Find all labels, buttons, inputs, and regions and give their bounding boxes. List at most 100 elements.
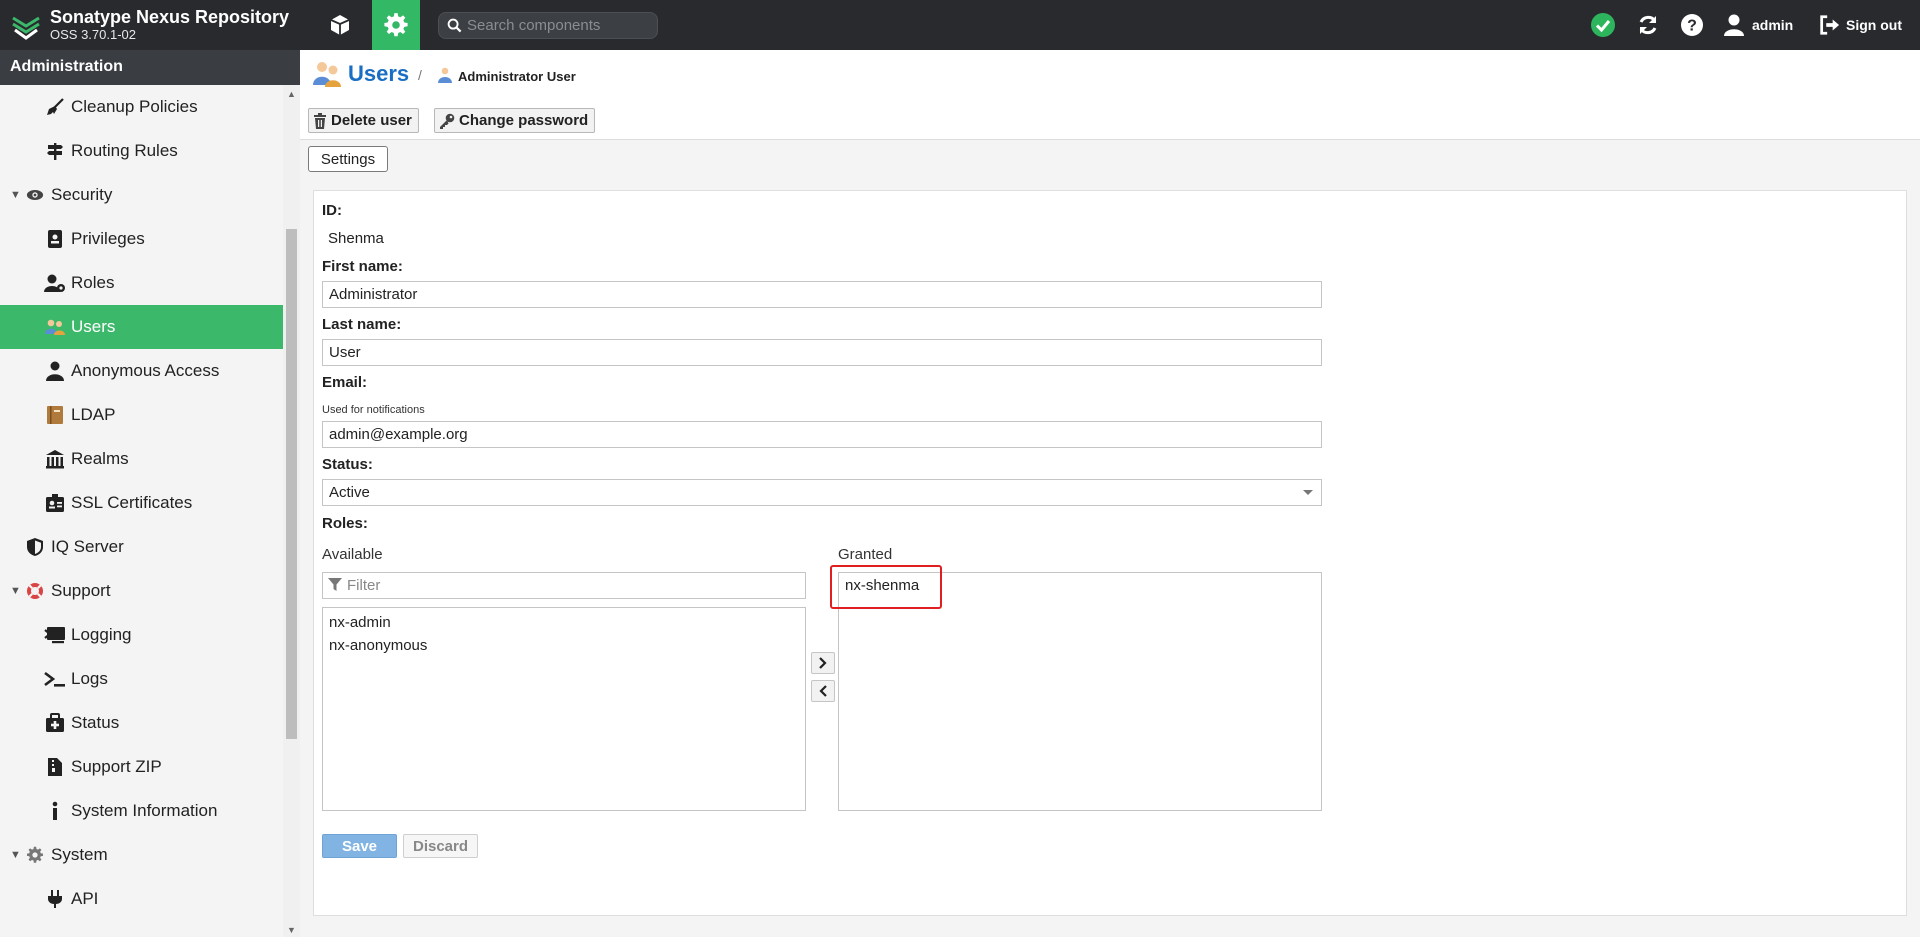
chevron-down-icon[interactable]	[1303, 490, 1313, 495]
nexus-logo-icon	[12, 16, 40, 40]
top-header: Sonatype Nexus Repository OSS 3.70.1-02	[0, 0, 1920, 50]
certificate-icon	[44, 492, 66, 514]
sidebar: Administration Cleanup Policies Routing …	[0, 50, 300, 937]
sidebar-item-ldap[interactable]: LDAP	[0, 393, 283, 437]
sidebar-item-support-zip[interactable]: Support ZIP	[0, 745, 283, 789]
first-name-label: First name:	[322, 258, 403, 275]
users-icon	[44, 316, 66, 338]
signout-label: Sign out	[1846, 17, 1902, 33]
action-toolbar: Delete user Change password	[300, 98, 1920, 140]
email-field[interactable]	[322, 421, 1322, 448]
tab-settings[interactable]: Settings	[308, 146, 388, 172]
status-selected-value: Active	[329, 484, 370, 501]
sidebar-item-label: IQ Server	[51, 537, 124, 556]
status-label: Status:	[322, 456, 373, 473]
user-menu[interactable]: admin	[1722, 0, 1793, 50]
signout-button[interactable]: Sign out	[1818, 0, 1902, 50]
broom-icon	[44, 96, 66, 118]
expand-caret-icon[interactable]: ▼	[10, 849, 21, 861]
breadcrumb-separator: /	[418, 67, 422, 83]
sidebar-item-realms[interactable]: Realms	[0, 437, 283, 481]
change-password-label: Change password	[459, 112, 589, 129]
sidebar-item-label: Routing Rules	[71, 141, 178, 160]
filter-icon	[328, 578, 342, 591]
remove-role-button[interactable]	[811, 680, 835, 702]
save-button[interactable]: Save	[322, 834, 397, 858]
search-input[interactable]	[467, 15, 653, 36]
search-icon	[447, 18, 462, 33]
scroll-down-arrow-icon[interactable]: ▼	[287, 925, 296, 935]
annotation-highlight-box	[830, 565, 942, 609]
sidebar-item-label: API	[71, 889, 99, 908]
help-icon: ?	[1681, 14, 1703, 36]
status-check-icon	[1591, 13, 1615, 37]
available-roles-list[interactable]: nx-admin nx-anonymous	[322, 607, 806, 811]
users-icon	[313, 62, 341, 87]
discard-button[interactable]: Discard	[403, 834, 478, 858]
scroll-thumb[interactable]	[286, 229, 297, 739]
book-icon	[44, 404, 66, 426]
breadcrumb-current: Administrator User	[458, 69, 576, 84]
id-badge-icon	[44, 228, 66, 250]
user-settings-form: ID: Shenma First name: Last name: Email:…	[313, 190, 1907, 916]
sidebar-item-routing-rules[interactable]: Routing Rules	[0, 129, 283, 173]
sidebar-item-users[interactable]: Users	[0, 305, 283, 349]
svg-text:?: ?	[1687, 18, 1697, 35]
sidebar-item-system-information[interactable]: System Information	[0, 789, 283, 833]
email-label: Email:	[322, 374, 368, 391]
sidebar-item-ssl-certificates[interactable]: SSL Certificates	[0, 481, 283, 525]
expand-caret-icon[interactable]: ▼	[10, 189, 21, 201]
first-name-field[interactable]	[322, 281, 1322, 308]
sidebar-item-api[interactable]: API	[0, 877, 283, 921]
sidebar-item-logs[interactable]: Logs	[0, 657, 283, 701]
expand-caret-icon[interactable]: ▼	[10, 585, 21, 597]
refresh-button[interactable]	[1636, 0, 1660, 50]
id-label: ID:	[322, 202, 342, 219]
sidebar-item-privileges[interactable]: Privileges	[0, 217, 283, 261]
sidebar-heading: Administration	[0, 50, 300, 85]
last-name-field[interactable]	[322, 339, 1322, 366]
roles-filter[interactable]	[322, 572, 806, 599]
app-version: OSS 3.70.1-02	[50, 27, 136, 42]
user-icon	[438, 67, 452, 83]
sidebar-item-label: Anonymous Access	[71, 361, 220, 380]
breadcrumb: Users / Administrator User	[300, 50, 1920, 98]
help-button[interactable]: ?	[1680, 0, 1704, 50]
status-button[interactable]	[1590, 0, 1616, 50]
sidebar-item-roles[interactable]: Roles	[0, 261, 283, 305]
breadcrumb-users-link[interactable]: Users	[348, 61, 409, 87]
sidebar-item-logging[interactable]: Logging	[0, 613, 283, 657]
sidebar-item-security[interactable]: ▼ Security	[0, 173, 283, 217]
sidebar-scrollbar[interactable]: ▲ ▼	[283, 85, 300, 937]
roles-filter-input[interactable]	[347, 576, 797, 595]
sidebar-item-status[interactable]: Status	[0, 701, 283, 745]
user-name: admin	[1752, 17, 1794, 33]
search-box[interactable]	[438, 12, 658, 39]
brand[interactable]: Sonatype Nexus Repository OSS 3.70.1-02	[10, 6, 300, 46]
sidebar-item-anonymous-access[interactable]: Anonymous Access	[0, 349, 283, 393]
available-role-item[interactable]: nx-anonymous	[329, 637, 427, 654]
sidebar-item-system[interactable]: ▼ System	[0, 833, 283, 877]
admin-gear-icon	[384, 13, 408, 37]
user-gear-icon	[44, 272, 66, 294]
add-role-button[interactable]	[811, 652, 835, 674]
delete-user-label: Delete user	[331, 112, 412, 129]
change-password-button[interactable]: Change password	[434, 108, 596, 133]
sidebar-item-iq-server[interactable]: IQ Server	[0, 525, 283, 569]
browse-mode-button[interactable]	[316, 0, 364, 50]
status-select[interactable]: Active	[322, 479, 1322, 506]
sidebar-item-label: Privileges	[71, 229, 145, 248]
available-role-item[interactable]: nx-admin	[329, 614, 391, 631]
sidebar-nav: Cleanup Policies Routing Rules ▼ Securit…	[0, 85, 283, 937]
sidebar-item-support[interactable]: ▼ Support	[0, 569, 283, 613]
admin-mode-button[interactable]	[372, 0, 420, 50]
sidebar-item-cleanup-policies[interactable]: Cleanup Policies	[0, 85, 283, 129]
main-content: Users / Administrator User Delete user C…	[300, 50, 1920, 937]
email-help-text: Used for notifications	[322, 404, 425, 416]
id-value: Shenma	[328, 230, 384, 247]
delete-user-button[interactable]: Delete user	[308, 108, 419, 133]
chevron-right-icon	[819, 657, 827, 669]
scroll-up-arrow-icon[interactable]: ▲	[287, 89, 296, 99]
user-icon	[1724, 14, 1744, 36]
signpost-icon	[44, 140, 66, 162]
